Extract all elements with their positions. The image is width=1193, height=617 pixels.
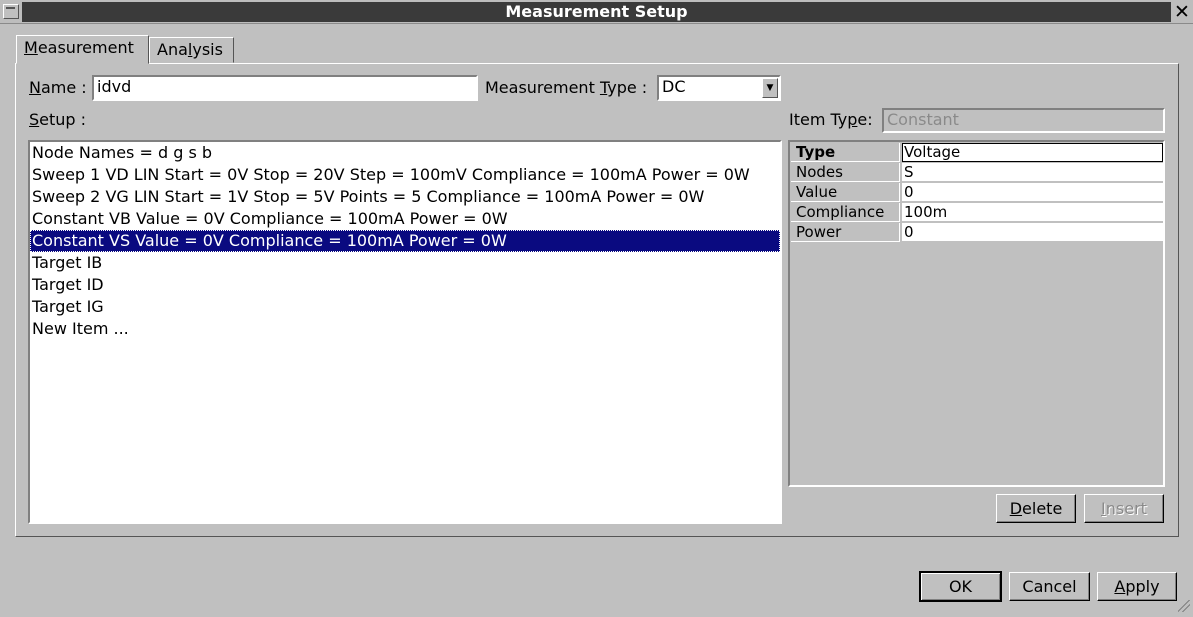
property-key: Nodes <box>791 163 900 182</box>
property-value[interactable]: 0 <box>902 223 1163 242</box>
table-row[interactable]: Power 0 <box>791 223 1163 243</box>
table-row[interactable]: Type Voltage <box>791 143 1163 163</box>
ok-button[interactable]: OK <box>919 571 1002 602</box>
list-item[interactable]: Node Names = d g s b <box>30 142 780 164</box>
property-value[interactable]: 100m <box>902 203 1163 222</box>
measurement-type-select[interactable]: DC ▼ <box>657 75 781 101</box>
name-input[interactable]: idvd <box>92 75 478 101</box>
dropdown-arrow-icon[interactable]: ▼ <box>762 78 778 98</box>
property-value[interactable]: 0 <box>902 183 1163 202</box>
list-item[interactable]: Constant VB Value = 0V Compliance = 100m… <box>30 208 780 230</box>
list-item[interactable]: Target ID <box>30 274 780 296</box>
property-key: Value <box>791 183 900 202</box>
property-value[interactable]: S <box>902 163 1163 182</box>
list-item[interactable]: Target IB <box>30 252 780 274</box>
title-bar[interactable]: Measurement Setup <box>0 0 1193 24</box>
item-type-label: Item Type: <box>789 110 873 129</box>
property-key: Compliance <box>791 203 900 222</box>
tab-analysis[interactable]: Analysis <box>149 37 234 63</box>
resize-grip-icon[interactable] <box>1178 600 1190 612</box>
list-item-new[interactable]: New Item ... <box>30 318 780 340</box>
setup-list[interactable]: Node Names = d g s b Sweep 1 VD LIN Star… <box>28 140 782 524</box>
window-menu-icon[interactable] <box>3 4 19 19</box>
apply-button[interactable]: Apply <box>1097 572 1177 601</box>
measurement-type-value: DC <box>662 77 686 96</box>
table-row[interactable]: Compliance 100m <box>791 203 1163 223</box>
list-item[interactable]: Sweep 1 VD LIN Start = 0V Stop = 20V Ste… <box>30 164 780 186</box>
list-item[interactable]: Sweep 2 VG LIN Start = 1V Stop = 5V Poin… <box>30 186 780 208</box>
delete-button[interactable]: Delete <box>996 494 1076 523</box>
property-value[interactable]: Voltage <box>902 143 1163 162</box>
tab-measurement[interactable]: Measurement <box>16 35 149 64</box>
table-row[interactable]: Nodes S <box>791 163 1163 183</box>
insert-button[interactable]: Insert <box>1084 494 1164 523</box>
property-key: Type <box>791 143 900 162</box>
list-item[interactable]: Target IG <box>30 296 780 318</box>
window-title: Measurement Setup <box>505 2 688 21</box>
measurement-type-label: Measurement Type : <box>485 78 648 97</box>
property-key: Power <box>791 223 900 242</box>
setup-label: Setup : <box>29 110 87 129</box>
list-item[interactable]: Constant VS Value = 0V Compliance = 100m… <box>30 230 780 252</box>
cancel-button[interactable]: Cancel <box>1009 572 1090 601</box>
close-icon[interactable]: ✕ <box>1172 2 1192 22</box>
item-type-input: Constant <box>882 108 1165 133</box>
property-table[interactable]: Type Voltage Nodes S Value 0 Compliance … <box>788 140 1165 487</box>
name-label: Name : <box>29 78 87 97</box>
table-row[interactable]: Value 0 <box>791 183 1163 203</box>
